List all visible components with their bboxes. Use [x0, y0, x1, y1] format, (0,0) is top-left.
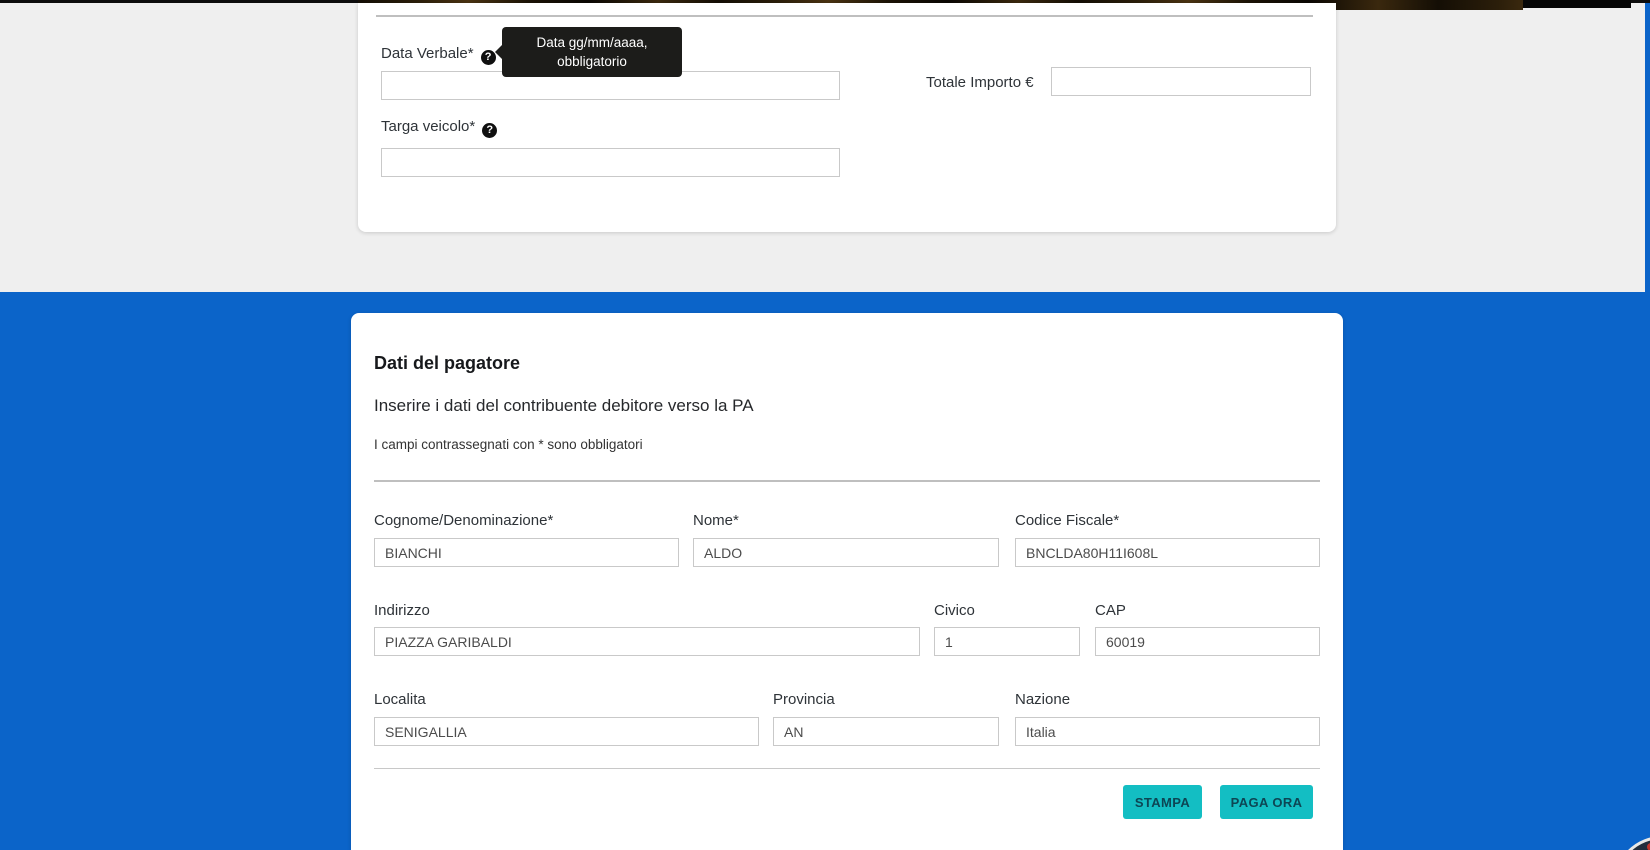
cap-label: CAP	[1095, 602, 1126, 619]
civico-label: Civico	[934, 602, 975, 619]
pagatore-card: Dati del pagatore Inserire i dati del co…	[351, 313, 1343, 850]
header-image-strip-end	[1523, 0, 1631, 8]
indirizzo-input[interactable]	[374, 627, 920, 656]
verbale-card: Data Verbale*? Data gg/mm/aaaa, obbligat…	[358, 3, 1336, 232]
data-verbale-label: Data Verbale*?	[381, 45, 496, 65]
tooltip-line-1: Data gg/mm/aaaa,	[536, 33, 647, 52]
nome-input[interactable]	[693, 538, 999, 567]
cognome-input[interactable]	[374, 538, 679, 567]
paga-ora-button[interactable]: PAGA ORA	[1220, 785, 1313, 819]
totale-importo-input[interactable]	[1051, 67, 1311, 96]
data-verbale-label-text: Data Verbale*	[381, 45, 474, 62]
localita-label: Localita	[374, 691, 426, 708]
indirizzo-label: Indirizzo	[374, 602, 430, 619]
provincia-label: Provincia	[773, 691, 835, 708]
codice-fiscale-input[interactable]	[1015, 538, 1320, 567]
pagatore-footer-divider	[374, 768, 1320, 769]
pagatore-required-note: I campi contrassegnati con * sono obblig…	[374, 437, 643, 452]
targa-veicolo-help-icon[interactable]: ?	[482, 123, 497, 138]
provincia-input[interactable]	[773, 717, 999, 746]
nazione-input[interactable]	[1015, 717, 1320, 746]
codice-fiscale-label: Codice Fiscale*	[1015, 512, 1119, 529]
data-verbale-help-icon[interactable]: ?	[481, 50, 496, 65]
pagatore-title: Dati del pagatore	[374, 353, 520, 374]
nome-label: Nome*	[693, 512, 739, 529]
targa-veicolo-label-text: Targa veicolo*	[381, 118, 475, 135]
tooltip-line-2: obbligatorio	[557, 52, 627, 71]
targa-veicolo-label: Targa veicolo*?	[381, 118, 497, 138]
cognome-label: Cognome/Denominazione*	[374, 512, 553, 529]
pagatore-header-divider	[374, 480, 1320, 482]
data-verbale-tooltip: Data gg/mm/aaaa, obbligatorio	[502, 27, 682, 77]
localita-input[interactable]	[374, 717, 759, 746]
targa-veicolo-input[interactable]	[381, 148, 840, 177]
totale-importo-label: Totale Importo €	[926, 74, 1034, 91]
pagatore-subtitle: Inserire i dati del contribuente debitor…	[374, 396, 754, 416]
stampa-button[interactable]: STAMPA	[1123, 785, 1202, 819]
card-top-divider	[376, 15, 1313, 17]
civico-input[interactable]	[934, 627, 1080, 656]
nazione-label: Nazione	[1015, 691, 1070, 708]
scrollbar-edge[interactable]	[1645, 3, 1650, 850]
cap-input[interactable]	[1095, 627, 1320, 656]
